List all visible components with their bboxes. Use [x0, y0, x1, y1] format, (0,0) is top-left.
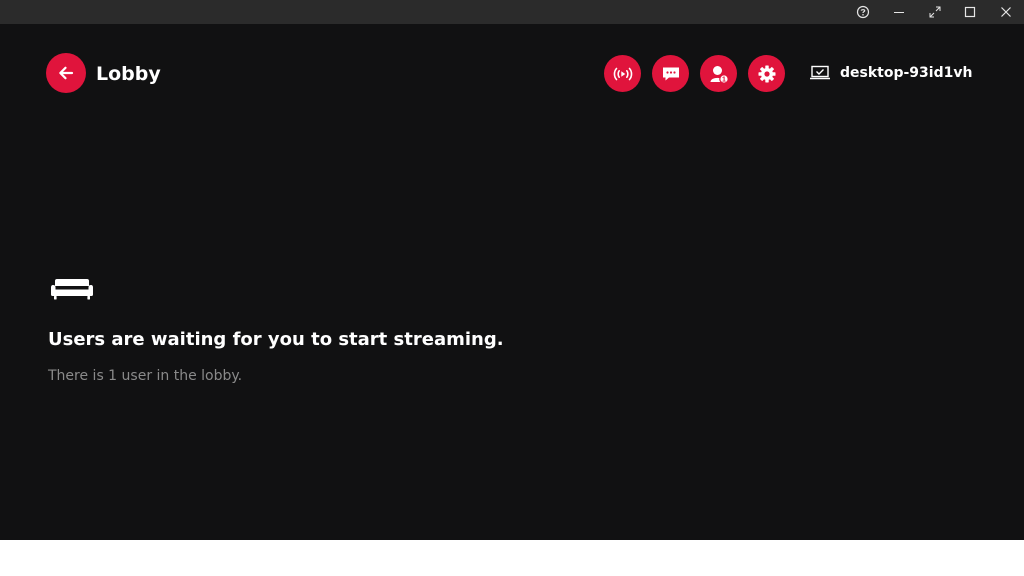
page-title: Lobby	[96, 63, 161, 85]
fullscreen-button[interactable]	[917, 0, 953, 24]
help-icon	[856, 5, 870, 19]
broadcast-icon	[613, 67, 632, 80]
gear-icon	[758, 65, 775, 82]
lobby-user-count: There is 1 user in the lobby.	[48, 368, 243, 384]
device-indicator: desktop-93id1vh	[809, 63, 972, 83]
close-icon	[1001, 7, 1011, 17]
back-button[interactable]	[46, 53, 86, 93]
close-button[interactable]	[988, 0, 1024, 24]
help-button[interactable]	[845, 0, 881, 24]
device-name: desktop-93id1vh	[840, 65, 973, 81]
maximize-button[interactable]	[952, 0, 988, 24]
title-bar	[0, 0, 1024, 24]
broadcast-button[interactable]	[604, 55, 641, 92]
couch-icon	[51, 279, 93, 300]
minimize-icon	[894, 12, 904, 13]
app-window: Lobby 1 desktop-93id1vh Users are waitin…	[0, 0, 1024, 540]
users-badge: 1	[722, 76, 726, 83]
chat-button[interactable]	[652, 55, 689, 92]
minimize-button[interactable]	[881, 0, 917, 24]
arrow-left-icon	[59, 66, 74, 80]
users-button[interactable]: 1	[700, 55, 737, 92]
users-icon: 1	[710, 65, 729, 84]
settings-button[interactable]	[748, 55, 785, 92]
maximize-icon	[964, 6, 976, 18]
expand-icon	[929, 6, 941, 18]
chat-icon	[662, 67, 679, 80]
waiting-headline: Users are waiting for you to start strea…	[48, 329, 504, 350]
laptop-icon	[810, 65, 830, 80]
